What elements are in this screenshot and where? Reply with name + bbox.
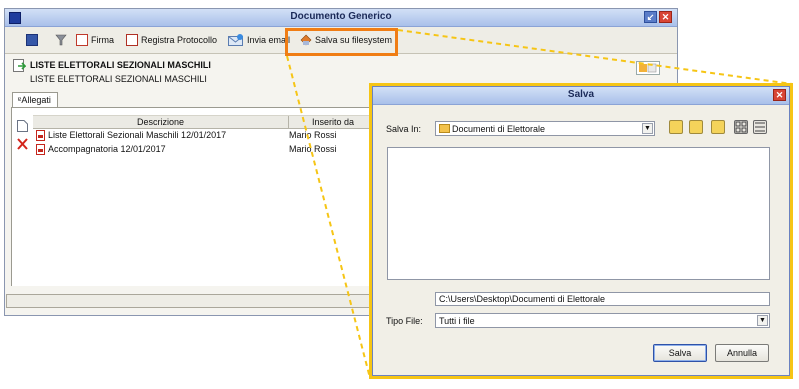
file-list[interactable]: [387, 147, 770, 280]
dialog-title: Salva: [567, 89, 595, 100]
tipo-file-select[interactable]: Tutti i file ▼: [435, 313, 770, 328]
details-view-icon[interactable]: [753, 120, 767, 134]
up-folder-icon[interactable]: [689, 120, 703, 134]
list-view-icon[interactable]: [734, 120, 748, 134]
salva-dialog: Salva ✕ Salva In: Documenti di Elettoral…: [372, 86, 790, 376]
new-folder-icon[interactable]: [711, 120, 725, 134]
highlight-box: [285, 28, 398, 56]
chevron-down-icon[interactable]: ▼: [642, 123, 653, 134]
salva-button[interactable]: Salva: [653, 344, 707, 362]
file-path-input[interactable]: C:\Users\Desktop\Documenti di Elettorale: [435, 292, 770, 306]
dialog-close-button[interactable]: ✕: [773, 89, 786, 101]
dialog-titlebar[interactable]: Salva ✕: [373, 87, 789, 105]
annulla-button[interactable]: Annulla: [715, 344, 769, 362]
tipo-file-label: Tipo File:: [386, 316, 423, 326]
chevron-down-icon[interactable]: ▼: [757, 315, 768, 326]
tipo-file-value: Tutti i file: [439, 316, 475, 326]
salva-in-label: Salva In:: [386, 124, 422, 134]
folder-icon: [439, 124, 450, 133]
salva-in-value: Documenti di Elettorale: [452, 124, 546, 134]
go-back-icon[interactable]: [669, 120, 683, 134]
salva-in-select[interactable]: Documenti di Elettorale ▼: [435, 121, 655, 136]
